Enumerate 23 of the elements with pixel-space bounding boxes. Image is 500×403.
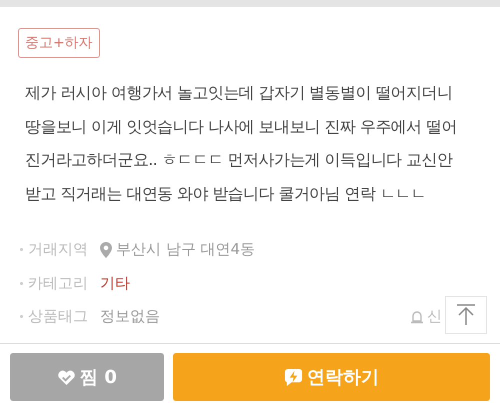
info-label: 상품태그 <box>28 307 89 326</box>
arrow-up-icon <box>456 304 476 326</box>
like-button[interactable]: 찜 0 <box>10 353 164 401</box>
description-text: 제가 러시아 여행가서 놀고잇는데 갑자기 별동별이 떨어지더니 <box>25 82 454 104</box>
bullet-icon <box>20 248 23 252</box>
bullet-icon <box>20 315 23 318</box>
contact-button[interactable]: 연락하기 <box>173 353 490 401</box>
chat-bolt-icon <box>284 368 303 386</box>
siren-icon <box>410 310 424 324</box>
category-link[interactable]: 기타 <box>100 274 130 293</box>
description-text: 받고 직거래는 대연동 와야 받습니다 쿨거아님 연락 ㄴㄴㄴ <box>25 182 428 204</box>
heart-check-icon <box>57 368 76 386</box>
report-link[interactable]: 신 <box>427 307 442 326</box>
scroll-top-button[interactable] <box>445 296 487 334</box>
description-text: 진거라고하더군요.. ㅎㄷㄷㄷ 먼저사가는게 이득입니다 교신안 <box>25 149 454 171</box>
bullet-icon <box>20 282 23 285</box>
info-label: 거래지역 <box>28 240 89 260</box>
info-label: 카테고리 <box>28 274 89 293</box>
info-value: 부산시 남구 대연4동 <box>116 240 256 260</box>
info-value: 정보없음 <box>100 307 160 326</box>
condition-tag: 중고+하자 <box>18 28 100 58</box>
description-text: 땅을보니 이게 잇엇습니다 나사에 보내보니 진짜 우주에서 떨어 <box>25 116 458 138</box>
location-pin-icon <box>100 242 112 258</box>
